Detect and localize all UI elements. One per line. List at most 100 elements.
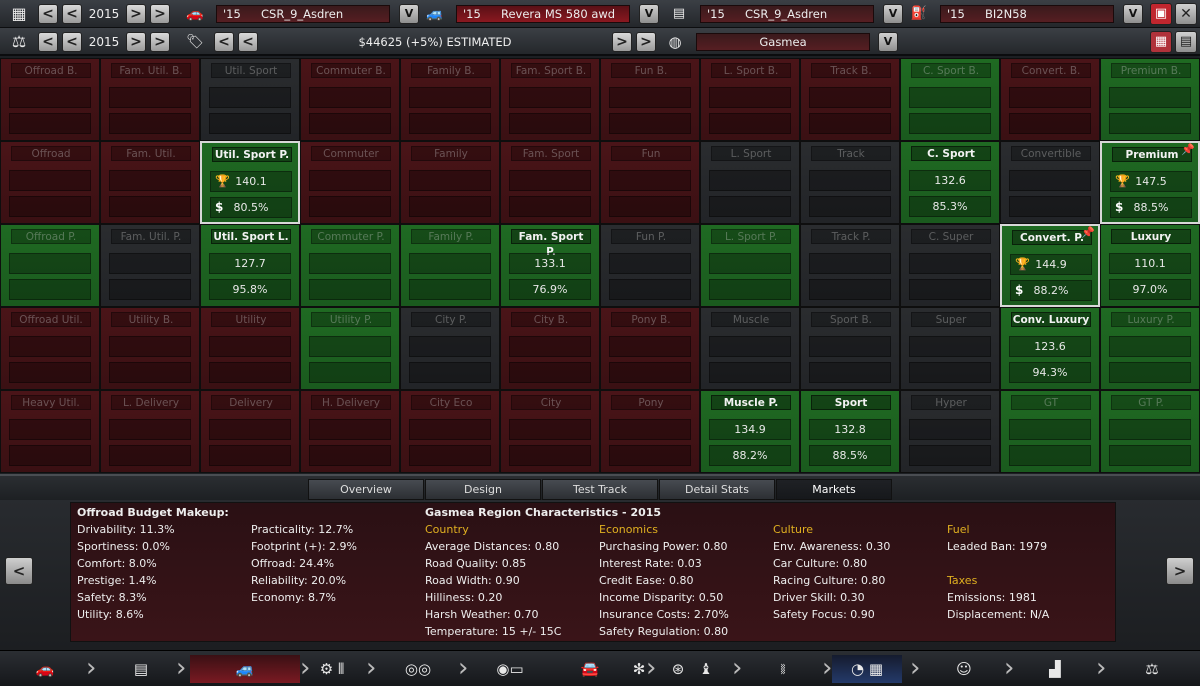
market-cell[interactable]: L. Sport B. bbox=[700, 58, 800, 141]
market-cell[interactable]: Family P. bbox=[400, 224, 500, 307]
market-cell[interactable]: Conv. Luxury 123.6 94.3% bbox=[1000, 307, 1100, 390]
table-view-icon[interactable]: ▤ bbox=[1175, 31, 1197, 53]
steering-wheel-icon[interactable]: ⊛ bbox=[664, 655, 692, 683]
market-cell[interactable]: Family bbox=[400, 141, 500, 224]
market-cell[interactable]: Sport B. bbox=[800, 307, 900, 390]
slot4-field[interactable]: '15 BI2N58 bbox=[940, 5, 1114, 23]
pin-icon[interactable]: 📌 bbox=[1181, 143, 1195, 156]
market-cell[interactable]: Fam. Sport B. bbox=[500, 58, 600, 141]
market-cell[interactable]: Fun P. bbox=[600, 224, 700, 307]
market-cell[interactable]: City bbox=[500, 390, 600, 473]
market-cell[interactable]: L. Sport P. bbox=[700, 224, 800, 307]
trim-icon[interactable]: 🚙 bbox=[190, 655, 300, 683]
slot3-dropdown-button[interactable]: V bbox=[883, 4, 903, 24]
tab-detail-stats[interactable]: Detail Stats bbox=[659, 479, 775, 500]
market-cell[interactable]: Fam. Util. P. bbox=[100, 224, 200, 307]
market-cell[interactable]: Offroad P. bbox=[0, 224, 100, 307]
year1-forward-fast-button[interactable]: > bbox=[150, 4, 170, 24]
market-cell[interactable]: Hyper bbox=[900, 390, 1000, 473]
pin-icon[interactable]: 📌 bbox=[1081, 226, 1095, 239]
market-cell[interactable]: Heavy Util. bbox=[0, 390, 100, 473]
market-cell[interactable]: Sport 132.8 88.5% bbox=[800, 390, 900, 473]
market-cell[interactable]: GT bbox=[1000, 390, 1100, 473]
market-cell[interactable]: City B. bbox=[500, 307, 600, 390]
tab-design[interactable]: Design bbox=[425, 479, 541, 500]
slot1-field[interactable]: '15 CSR_9_Asdren bbox=[216, 5, 390, 23]
market-cell[interactable]: Utility P. bbox=[300, 307, 400, 390]
seat-icon[interactable]: ♝ bbox=[694, 655, 718, 683]
market-cell[interactable]: Commuter B. bbox=[300, 58, 400, 141]
price-back-button[interactable]: < bbox=[238, 32, 258, 52]
market-cell[interactable]: C. Sport B. bbox=[900, 58, 1000, 141]
market-cell[interactable]: H. Delivery bbox=[300, 390, 400, 473]
region-dropdown-button[interactable]: V bbox=[878, 32, 898, 52]
scales-icon[interactable]: ⚖ bbox=[1138, 655, 1166, 683]
market-cell[interactable]: Track bbox=[800, 141, 900, 224]
market-cell[interactable]: C. Super bbox=[900, 224, 1000, 307]
market-cell[interactable]: L. Delivery bbox=[100, 390, 200, 473]
next-page-button[interactable]: > bbox=[1166, 557, 1194, 585]
slot1-dropdown-button[interactable]: V bbox=[399, 4, 419, 24]
body-icon[interactable]: 🚘 bbox=[550, 655, 630, 683]
slot4-dropdown-button[interactable]: V bbox=[1123, 4, 1143, 24]
market-cell[interactable]: Offroad Util. bbox=[0, 307, 100, 390]
market-cell[interactable]: Family B. bbox=[400, 58, 500, 141]
drivetrain-icon[interactable]: ◉▭ bbox=[480, 655, 540, 683]
tab-test-track[interactable]: Test Track bbox=[542, 479, 658, 500]
year2-back-fast-button[interactable]: < bbox=[38, 32, 58, 52]
market-cell[interactable]: Utility B. bbox=[100, 307, 200, 390]
car-model-icon[interactable]: 🚗 bbox=[28, 655, 62, 683]
test-track-icon[interactable]: ◔ ▦ bbox=[832, 655, 902, 683]
wheels-icon[interactable]: ◎◎ bbox=[396, 655, 440, 683]
price-back-fast-button[interactable]: < bbox=[214, 32, 234, 52]
year2-back-button[interactable]: < bbox=[62, 32, 82, 52]
market-cell[interactable]: Pony bbox=[600, 390, 700, 473]
year2-forward-fast-button[interactable]: > bbox=[150, 32, 170, 52]
factory-icon[interactable]: ▟ bbox=[1040, 655, 1070, 683]
year1-forward-button[interactable]: > bbox=[126, 4, 146, 24]
engine-icon[interactable]: ⚙ ⫴ bbox=[304, 655, 360, 683]
market-cell[interactable]: Fam. Sport P. 133.1 76.9% bbox=[500, 224, 600, 307]
market-cell[interactable]: Luxury P. bbox=[1100, 307, 1200, 390]
market-cell[interactable]: GT P. bbox=[1100, 390, 1200, 473]
region-field[interactable]: Gasmea bbox=[696, 33, 870, 51]
market-cell[interactable]: Utility bbox=[200, 307, 300, 390]
save-icon[interactable]: ▣ bbox=[1150, 3, 1172, 25]
market-cell[interactable]: Fam. Sport bbox=[500, 141, 600, 224]
engineer-icon[interactable]: ☺ bbox=[950, 655, 978, 683]
price-forward-fast-button[interactable]: > bbox=[636, 32, 656, 52]
chassis-icon[interactable]: ▤ bbox=[124, 655, 158, 683]
market-cell[interactable]: Delivery bbox=[200, 390, 300, 473]
market-cell[interactable]: Track B. bbox=[800, 58, 900, 141]
market-cell[interactable]: L. Sport bbox=[700, 141, 800, 224]
year1-back-fast-button[interactable]: < bbox=[38, 4, 58, 24]
grid-view-icon[interactable]: ▦ bbox=[1150, 31, 1172, 53]
prev-page-button[interactable]: < bbox=[5, 557, 33, 585]
market-cell[interactable]: Fun B. bbox=[600, 58, 700, 141]
market-cell[interactable]: Pony B. bbox=[600, 307, 700, 390]
market-cell[interactable]: Convert. P. 144.9 🏆 88.2% $ 📌 bbox=[1000, 224, 1100, 307]
market-cell[interactable]: Premium 147.5 🏆 88.5% $ 📌 bbox=[1100, 141, 1200, 224]
suspension-icon[interactable]: ⧚ bbox=[770, 655, 796, 683]
market-cell[interactable]: City P. bbox=[400, 307, 500, 390]
market-cell[interactable]: Commuter P. bbox=[300, 224, 400, 307]
market-cell[interactable]: Muscle bbox=[700, 307, 800, 390]
market-cell[interactable]: Convertible bbox=[1000, 141, 1100, 224]
year2-forward-button[interactable]: > bbox=[126, 32, 146, 52]
close-icon[interactable]: ✕ bbox=[1175, 3, 1197, 25]
market-cell[interactable]: Fam. Util. bbox=[100, 141, 200, 224]
market-cell[interactable]: Track P. bbox=[800, 224, 900, 307]
slot3-field[interactable]: '15 CSR_9_Asdren bbox=[700, 5, 874, 23]
market-cell[interactable]: Util. Sport bbox=[200, 58, 300, 141]
tab-overview[interactable]: Overview bbox=[308, 479, 424, 500]
market-cell[interactable]: Fun bbox=[600, 141, 700, 224]
market-cell[interactable]: Super bbox=[900, 307, 1000, 390]
market-cell[interactable]: Util. Sport P. 140.1 🏆 80.5% $ bbox=[200, 141, 300, 224]
slot2-field[interactable]: '15 Revera MS 580 awd bbox=[456, 5, 630, 23]
market-cell[interactable]: Offroad bbox=[0, 141, 100, 224]
tab-markets[interactable]: Markets bbox=[776, 479, 892, 500]
market-cell[interactable]: Util. Sport L. 127.7 95.8% bbox=[200, 224, 300, 307]
market-cell[interactable]: C. Sport 132.6 85.3% bbox=[900, 141, 1000, 224]
market-cell[interactable]: Luxury 110.1 97.0% bbox=[1100, 224, 1200, 307]
market-cell[interactable]: City Eco bbox=[400, 390, 500, 473]
